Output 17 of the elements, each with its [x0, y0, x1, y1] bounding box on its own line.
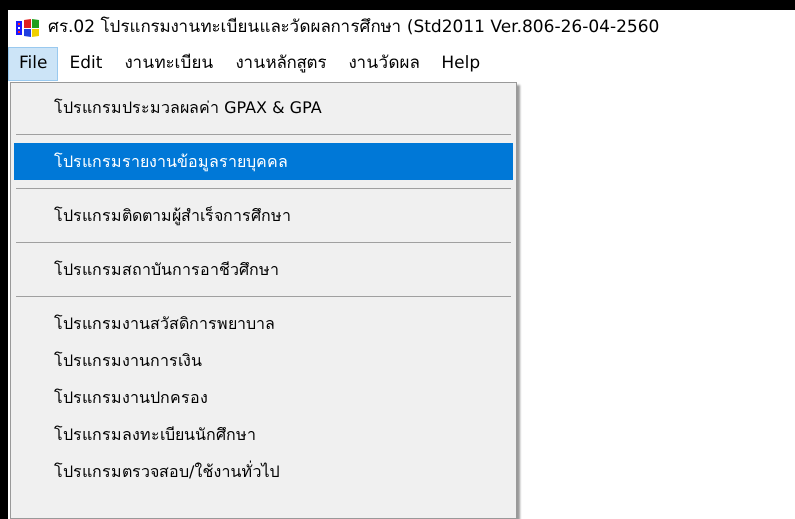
window-title: ศร.02 โปรแกรมงานทะเบียนและวัดผลการศึกษา (Std2011 Ver.806-26-04-2560 [48, 16, 660, 40]
dropdown-item[interactable]: โปรแกรมรายงานข้อมูลรายบุคคล [14, 143, 513, 180]
dropdown-item[interactable]: โปรแกรมงานการเงิน [14, 342, 513, 379]
menu-item[interactable]: งานวัดผล [337, 47, 430, 81]
dropdown-item[interactable]: โปรแกรมติดตามผู้สำเร็จการศึกษา [14, 197, 513, 234]
menu-item[interactable]: Help [430, 47, 492, 81]
dropdown-item[interactable]: โปรแกรมลงทะเบียนนักศึกษา [14, 416, 513, 453]
menu-item[interactable]: งานหลักสูตร [224, 47, 338, 81]
menu-item[interactable]: File [8, 47, 58, 81]
app-icon [16, 18, 40, 38]
dropdown-item[interactable]: โปรแกรมประมวลผลค่า GPAX & GPA [14, 89, 513, 126]
menu-item[interactable]: Edit [58, 47, 114, 81]
dropdown-item[interactable]: โปรแกรมงานสวัสดิการพยาบาล [14, 305, 513, 342]
dropdown-item[interactable]: โปรแกรมตรวจสอบ/ใช้งานทั่วไป [14, 453, 513, 490]
menu-item[interactable]: งานทะเบียน [113, 47, 224, 81]
dropdown-item[interactable]: โปรแกรมงานปกครอง [14, 379, 513, 416]
dropdown-item[interactable]: โปรแกรมสถาบันการอาชีวศึกษา [14, 251, 513, 288]
